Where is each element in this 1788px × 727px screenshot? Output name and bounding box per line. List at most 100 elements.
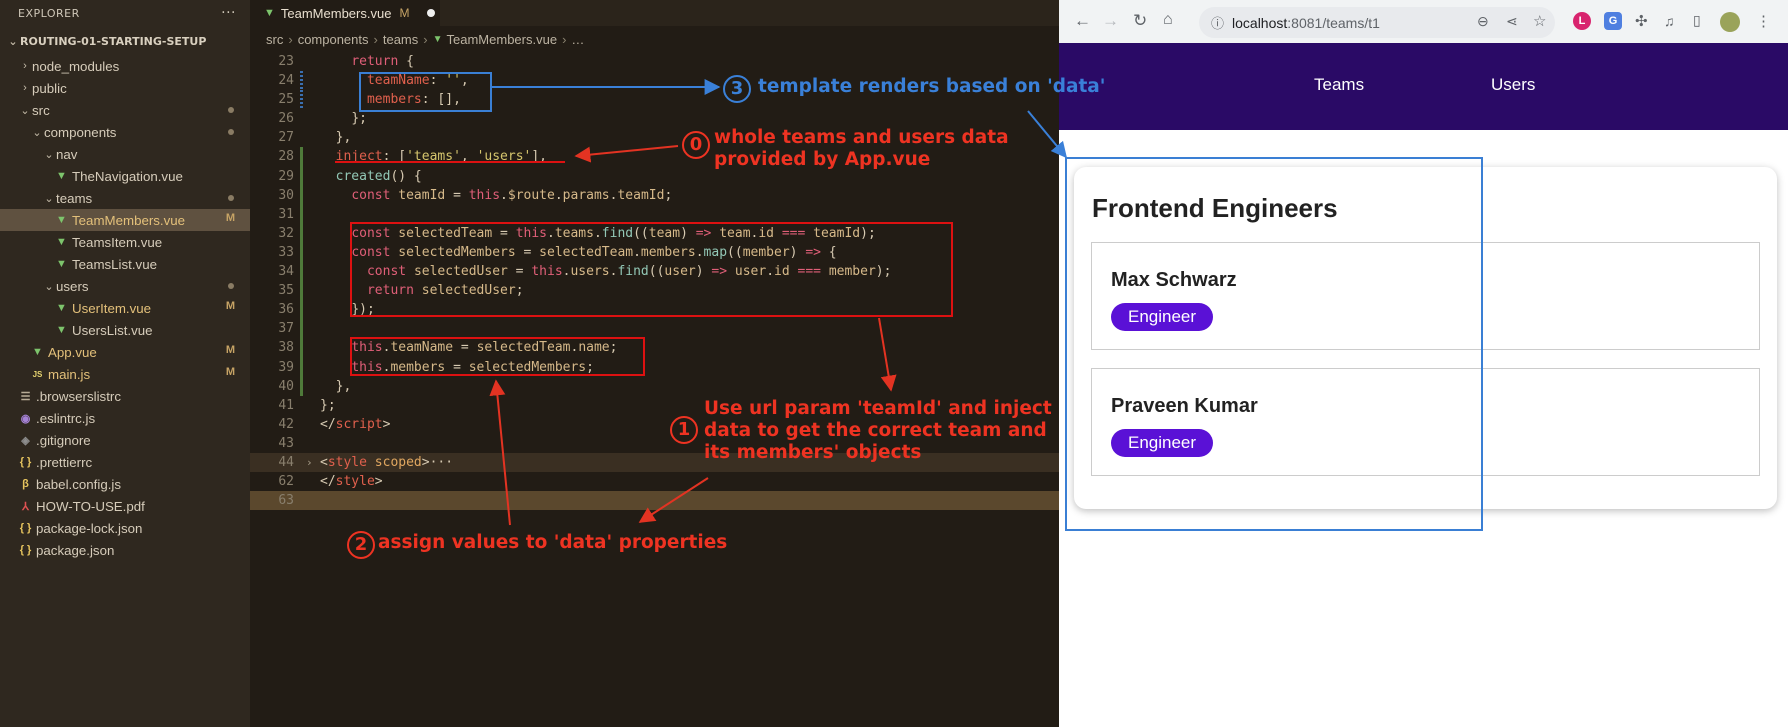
code-token: user (664, 264, 696, 280)
forward-icon[interactable]: → (1102, 11, 1119, 31)
translate-icon[interactable]: G (1604, 12, 1622, 30)
browser-toolbar: ← → ↻ ⌂ ⓘ localhost:8081/teams/t1 ⊖ ⋖ ☆ … (1059, 0, 1788, 43)
back-icon[interactable]: ← (1074, 11, 1091, 31)
chevron-down-icon: ⌄ (20, 104, 30, 117)
tree-item-label: src (32, 102, 50, 118)
tree-item-src[interactable]: ⌄ src (0, 99, 250, 121)
share-icon[interactable]: ⋖ (1506, 13, 1518, 30)
diff-gutter-marker (300, 185, 303, 205)
note-1: Use url param 'teamId' and inject data t… (704, 398, 1052, 464)
tree-item-teams[interactable]: ⌄ teams (0, 187, 250, 209)
extensions-puzzle-icon[interactable]: ✣ (1635, 12, 1648, 30)
browser-menu-icon[interactable]: ⋮ (1756, 12, 1771, 30)
more-actions-icon[interactable]: ··· (221, 5, 236, 21)
site-info-icon[interactable]: ⓘ (1211, 13, 1224, 32)
unsaved-dot-icon[interactable] (427, 9, 436, 17)
code-editor: ▼ TeamMembers.vue M src › components › teams… (250, 0, 1059, 727)
code-line[interactable]: 35 return selectedUser; (250, 281, 1059, 301)
code-token: . (633, 244, 641, 260)
code-line[interactable]: 30 const teamId = this.$route.params.tea… (250, 185, 1059, 205)
code-line[interactable]: 32 const selectedTeam = this.teams.find(… (250, 223, 1059, 243)
breadcrumb-item[interactable]: … (571, 32, 584, 47)
code-line[interactable]: 36 }); (250, 300, 1059, 320)
tree-item-teamslist-vue[interactable]: ▼ TeamsList.vue (0, 253, 250, 275)
tree-item-node-modules[interactable]: › node_modules (0, 55, 250, 77)
tree-item-public[interactable]: › public (0, 77, 250, 99)
code-line[interactable]: 37 (250, 319, 1059, 339)
code-token: (( (648, 264, 665, 280)
member-item: Praveen Kumar Engineer (1091, 368, 1760, 476)
tree-item-browserslistrc[interactable]: ☰ .browserslistrc (0, 385, 250, 407)
code-line[interactable]: 23 return { (250, 52, 1059, 71)
line-number: 25 (278, 92, 294, 108)
code-token: '' (445, 73, 461, 89)
pdf-file-icon: ⅄ (22, 500, 29, 513)
media-icon[interactable]: ♫ (1664, 13, 1675, 29)
breadcrumb-item[interactable]: src (266, 32, 283, 47)
breadcrumb-item[interactable]: teams (383, 32, 418, 47)
tree-item-gitignore[interactable]: ◈ .gitignore (0, 429, 250, 451)
breadcrumb-item[interactable]: TeamMembers.vue (447, 32, 558, 47)
code-line[interactable]: 63 (250, 491, 1059, 511)
lst-file-icon: ☰ (20, 390, 31, 403)
json-file-icon: { } (19, 544, 32, 556)
tree-item-components[interactable]: ⌄ components (0, 121, 250, 143)
code-token: </ (320, 474, 336, 490)
tree-item-teamsitem-vue[interactable]: ▼ TeamsItem.vue (0, 231, 250, 253)
chevron-down-icon: ⌄ (44, 148, 54, 161)
tree-item-label: package-lock.json (36, 520, 143, 536)
modified-dot-icon (228, 129, 234, 135)
tree-item-userslist-vue[interactable]: ▼ UsersList.vue (0, 319, 250, 341)
home-icon[interactable]: ⌂ (1163, 11, 1173, 29)
nav-link-teams[interactable]: Teams (1314, 75, 1364, 95)
code-line[interactable]: 31 (250, 204, 1059, 224)
code-line[interactable]: 62 </style> (250, 472, 1059, 491)
address-bar[interactable]: ⓘ localhost:8081/teams/t1 (1199, 7, 1555, 38)
nav-link-users[interactable]: Users (1491, 75, 1535, 95)
tree-item-label: App.vue (48, 344, 97, 360)
code-token: style (335, 474, 375, 490)
tree-item-useritem-vue[interactable]: ▼ UserItem.vue M (0, 297, 250, 319)
code-line[interactable]: 40 }, (250, 376, 1059, 396)
vue-file-icon: ▼ (32, 346, 43, 358)
code-line[interactable]: 39 this.members = selectedMembers; (250, 357, 1059, 377)
tree-item-eslintrc-js[interactable]: ◉ .eslintrc.js (0, 407, 250, 429)
extension-icon[interactable]: L (1573, 12, 1591, 30)
tree-item-label: babel.config.js (36, 476, 122, 492)
tree-item-babel-config-js[interactable]: β babel.config.js (0, 473, 250, 495)
reload-icon[interactable]: ↻ (1133, 11, 1147, 31)
line-number: 39 (278, 359, 294, 375)
code-token: this (351, 340, 383, 356)
project-root[interactable]: ⌄ ROUTING-01-STARTING-SETUP (0, 27, 250, 55)
diff-gutter-marker (300, 242, 303, 263)
tree-item-app-vue[interactable]: ▼ App.vue M (0, 341, 250, 363)
bookmark-star-icon[interactable]: ☆ (1533, 12, 1546, 30)
tree-item-nav[interactable]: ⌄ nav (0, 143, 250, 165)
tree-item-users[interactable]: ⌄ users (0, 275, 250, 297)
code-line[interactable]: 33 const selectedMembers = selectedTeam.… (250, 242, 1059, 263)
note-0-line-1: whole teams and users data (714, 127, 1009, 148)
zoom-icon[interactable]: ⊖ (1477, 13, 1489, 30)
code-token: ; (609, 340, 618, 356)
tree-item-how-to-use-pdf[interactable]: ⅄ HOW-TO-USE.pdf (0, 495, 250, 517)
breadcrumb-item[interactable]: components (298, 32, 369, 47)
tree-item-teammembers-vue[interactable]: ▼ TeamMembers.vue M (0, 209, 250, 231)
line-number: 23 (278, 54, 294, 69)
code-line[interactable]: 26 }; (250, 109, 1059, 128)
code-line[interactable]: 34 const selectedUser = this.users.find(… (250, 262, 1059, 282)
tree-item-package-lock-json[interactable]: { } package-lock.json (0, 517, 250, 539)
code-line[interactable]: 38 this.teamName = selectedTeam.name; (250, 338, 1059, 358)
tab-team-members[interactable]: ▼ TeamMembers.vue M (250, 0, 440, 26)
diff-gutter-marker (300, 281, 303, 301)
tree-item-thenavigation-vue[interactable]: ▼ TheNavigation.vue (0, 165, 250, 187)
side-panel-icon[interactable]: ▯ (1693, 12, 1701, 29)
tree-item-main-js[interactable]: JS main.js M (0, 363, 250, 385)
profile-avatar-icon[interactable] (1720, 12, 1740, 32)
tree-item-package-json[interactable]: { } package.json (0, 539, 250, 561)
tree-item-prettierrc[interactable]: { } .prettierrc (0, 451, 250, 473)
fold-chevron-icon[interactable]: › (306, 453, 313, 472)
